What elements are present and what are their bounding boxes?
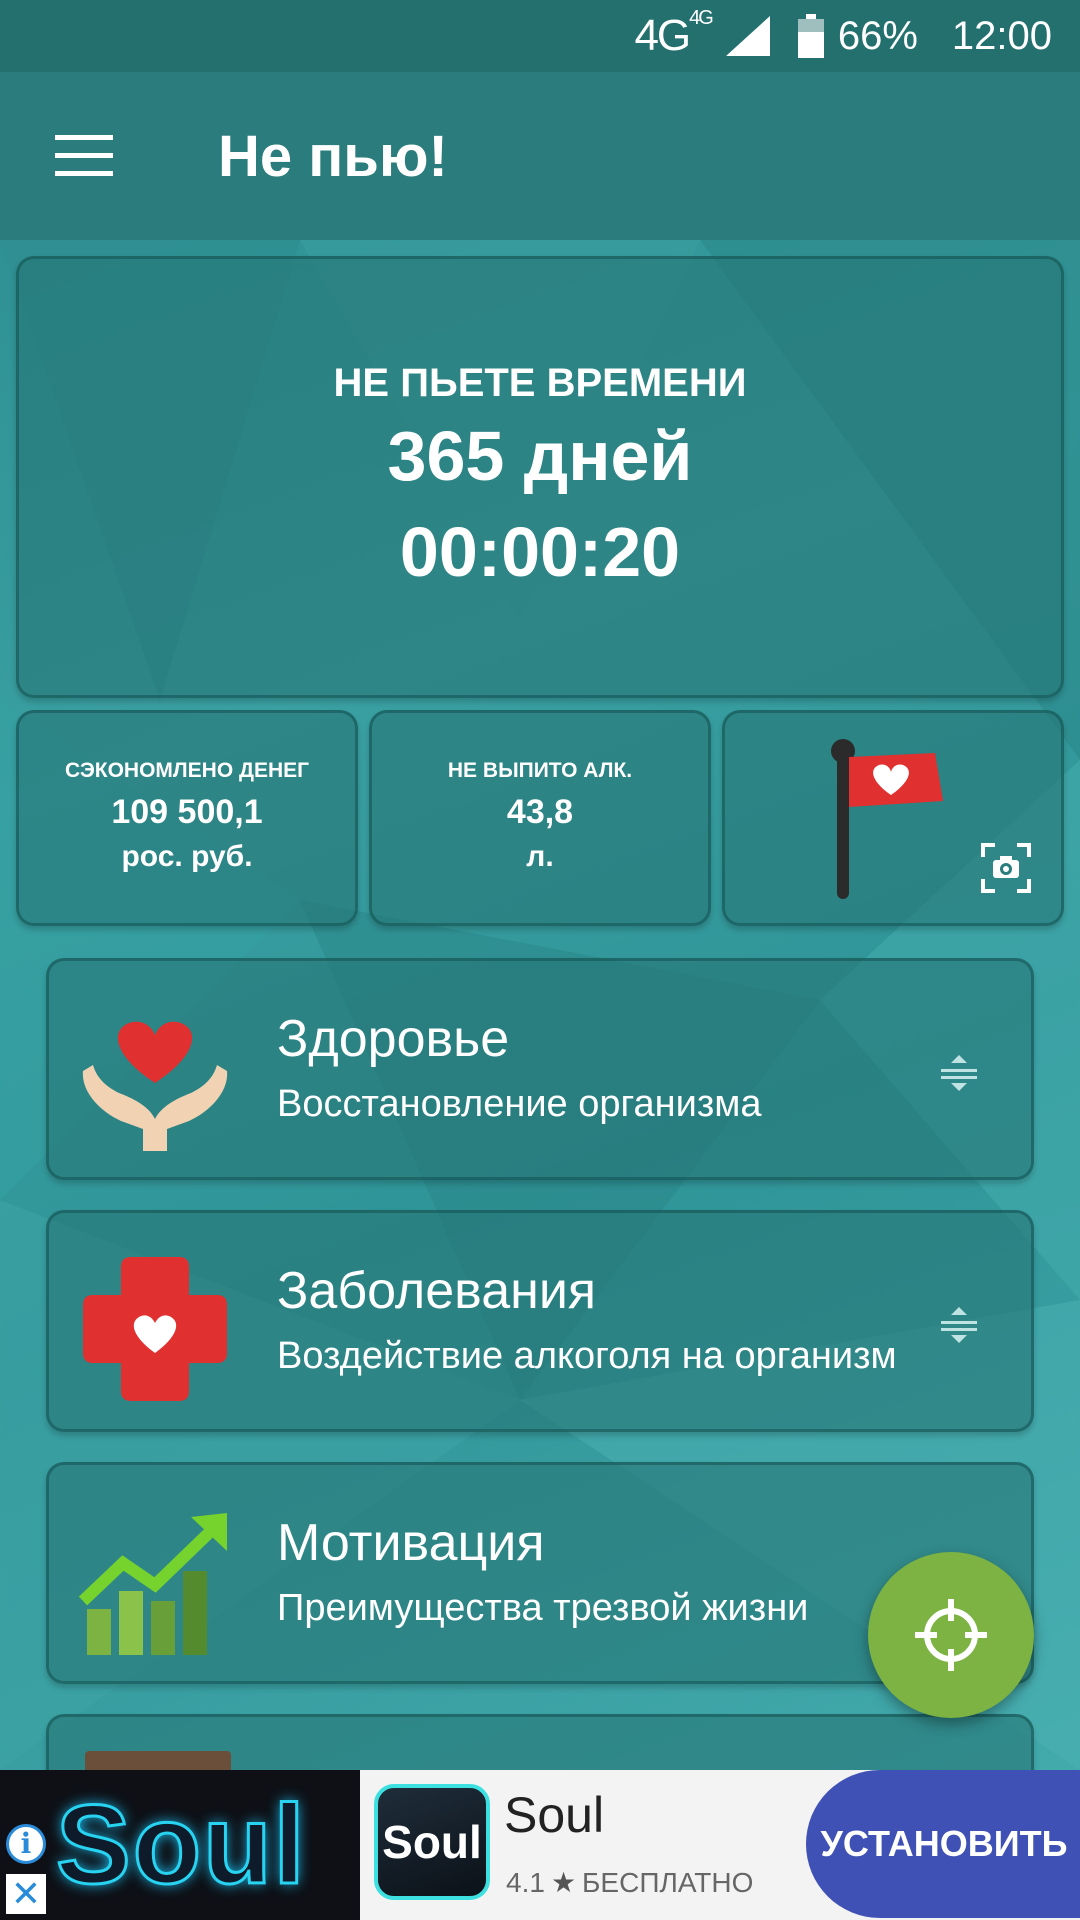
ad-banner-image[interactable]: Soul i ✕ [0,1770,360,1920]
drag-handle-icon[interactable] [937,1303,981,1347]
timer-label: НЕ ПЬЕТЕ ВРЕМЕНИ [333,361,747,405]
app-bar: Не пью! [0,72,1080,240]
ad-price: БЕСПЛАТНО [582,1866,754,1898]
list-item-title: Заболевания [277,1262,597,1320]
ad-app-icon-text: Soul [382,1816,482,1868]
sobriety-timer-card[interactable]: НЕ ПЬЕТЕ ВРЕМЕНИ 365 дней 00:00:20 [16,256,1064,698]
install-button[interactable]: УСТАНОВИТЬ [806,1770,1080,1918]
growth-chart-icon [79,1513,227,1655]
list-item-title: Здоровье [277,1010,510,1068]
app-title: Не пью! [218,123,448,189]
list-item-subtitle: Воздействие алкоголя на организм [277,1335,897,1377]
ad-app-icon[interactable]: Soul [374,1784,490,1900]
list-item-diseases[interactable]: Заболевания Воздействие алкоголя на орга… [46,1210,1034,1432]
status-bar: 4G4G 66% 12:00 [0,0,1080,72]
alcohol-not-drunk-card[interactable]: НЕ ВЫПИТО АЛК. 43,8 л. [369,710,711,926]
ad-banner-logo-text: Soul [55,1781,307,1909]
money-saved-card[interactable]: СЭКОНОМЛЕНО ДЕНЕГ 109 500,1 рос. руб. [16,710,358,926]
list-item-title: Мотивация [277,1514,545,1572]
money-saved-value: 109 500,1 [111,793,263,831]
flag-card[interactable] [722,710,1064,926]
drag-handle-icon[interactable] [937,1051,981,1095]
ad-banner-bar[interactable]: Soul i ✕ Soul Soul 4.1 ★ БЕСПЛАТНО УСТАН… [0,1770,1080,1920]
hamburger-menu-icon [55,135,113,176]
battery-icon [797,14,824,58]
signal-icon [725,16,770,56]
crosshair-target-icon [915,1599,987,1671]
ad-rating: 4.1 [506,1866,545,1898]
ad-close-icon[interactable]: ✕ [6,1874,46,1914]
medical-cross-heart-icon [83,1257,227,1401]
alcohol-not-drunk-label: НЕ ВЫПИТО АЛК. [447,759,633,782]
target-fab-button[interactable] [868,1552,1034,1718]
timer-days: 365 дней [387,417,693,495]
list-item-health[interactable]: Здоровье Восстановление организма [46,958,1034,1180]
battery-level: 66% [837,13,918,58]
menu-button[interactable] [24,96,144,216]
alcohol-not-drunk-unit: л. [526,840,554,873]
ad-app-meta: 4.1 ★ БЕСПЛАТНО [506,1866,753,1899]
star-icon: ★ [550,1867,577,1898]
timer-clock: 00:00:20 [399,513,681,591]
money-saved-unit: рос. руб. [121,840,253,873]
ad-info-icon[interactable]: i [6,1824,46,1864]
list-item-subtitle: Преимущества трезвой жизни [277,1587,809,1629]
list-item-text: Мотивация Преимущества трезвой жизни [277,1513,808,1630]
list-item-text: Здоровье Восстановление организма [277,1009,762,1126]
heart-hands-icon [82,1021,228,1151]
network-indicator: 4G4G [634,7,713,60]
camera-icon[interactable] [981,843,1031,893]
list-item-subtitle: Восстановление организма [277,1083,762,1125]
clock: 12:00 [951,13,1052,58]
list-item-text: Заболевания Воздействие алкоголя на орга… [277,1261,897,1378]
heart-flag-icon [831,739,943,899]
alcohol-not-drunk-value: 43,8 [506,793,574,831]
money-saved-label: СЭКОНОМЛЕНО ДЕНЕГ [64,759,310,782]
ad-app-name[interactable]: Soul [504,1786,604,1844]
